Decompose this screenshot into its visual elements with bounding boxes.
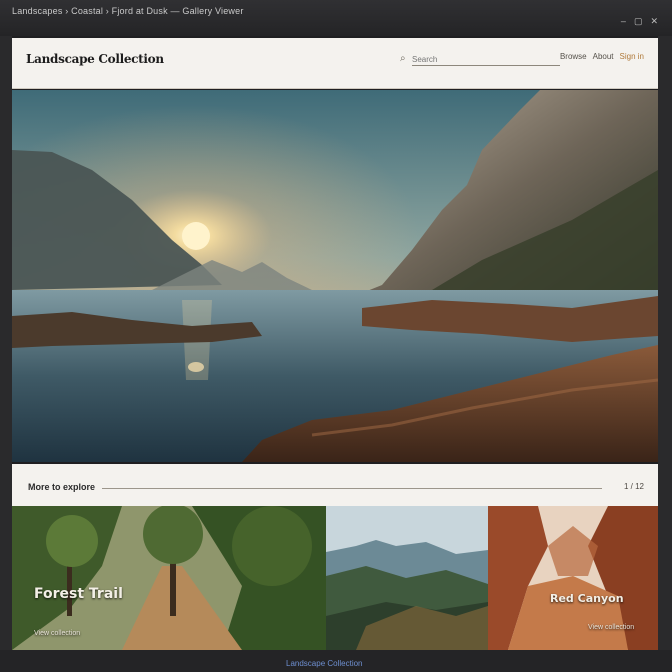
close-button[interactable]: ✕ <box>650 16 658 27</box>
tile-caption: Red Canyon <box>550 592 624 605</box>
page-footer: Landscape Collection <box>0 650 672 672</box>
gallery-tile-forest[interactable]: Forest Trail View collection <box>12 506 326 650</box>
gallery-strip: Forest Trail View collection Red Canyon … <box>12 506 658 650</box>
gallery-tile-valley[interactable] <box>326 506 488 650</box>
section-title: More to explore <box>28 482 96 492</box>
hero-image[interactable] <box>12 90 658 462</box>
footer-link[interactable]: Landscape Collection <box>286 659 363 668</box>
nav-browse-link[interactable]: Browse <box>560 52 587 61</box>
site-header: Landscape Collection ⌕ Browse About Sign… <box>12 38 658 89</box>
fjord-landscape-image <box>12 90 658 462</box>
tile-meta[interactable]: View collection <box>34 630 80 637</box>
nav-about-link[interactable]: About <box>593 52 614 61</box>
gallery-tile-canyon[interactable]: Red Canyon View collection <box>488 506 658 650</box>
minimize-button[interactable]: – <box>621 16 626 27</box>
section-header: More to explore 1 / 12 <box>12 464 658 507</box>
maximize-button[interactable]: ▢ <box>634 16 643 27</box>
tile-meta[interactable]: View collection <box>588 624 634 631</box>
valley-image <box>326 506 488 650</box>
window-titlebar: Landscapes › Coastal › Fjord at Dusk — G… <box>0 0 672 36</box>
search-icon: ⌕ <box>400 53 406 64</box>
sign-in-link[interactable]: Sign in <box>620 52 644 61</box>
breadcrumb: Landscapes › Coastal › Fjord at Dusk — G… <box>12 6 244 16</box>
window-controls: – ▢ ✕ <box>621 16 658 27</box>
search-box[interactable]: ⌕ <box>400 53 560 67</box>
section-divider <box>102 488 602 489</box>
site-logo[interactable]: Landscape Collection <box>26 52 164 66</box>
user-nav: Browse About Sign in <box>560 52 644 61</box>
gallery-counter: 1 / 12 <box>623 482 644 491</box>
forest-image <box>12 506 326 650</box>
tile-caption: Forest Trail <box>34 586 123 602</box>
search-input[interactable] <box>412 53 560 66</box>
